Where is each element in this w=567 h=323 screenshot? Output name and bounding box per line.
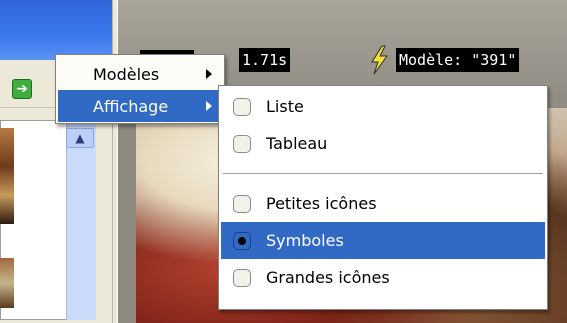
thumbnail-image[interactable] xyxy=(0,258,14,308)
context-menu: Modèles Affichage xyxy=(55,54,225,124)
go-button[interactable]: ➔ xyxy=(12,79,32,99)
submenu-item-grandes-icones[interactable]: Grandes icônes xyxy=(221,259,545,296)
submenu-arrow-icon xyxy=(206,69,212,79)
menu-item-label: Affichage xyxy=(93,96,169,116)
radio-checked-icon xyxy=(233,231,251,250)
radio-icon xyxy=(233,268,251,287)
menu-separator xyxy=(223,173,543,174)
submenu-arrow-icon xyxy=(206,101,212,111)
menu-item-label: Modèles xyxy=(93,64,160,84)
thumbnail-image[interactable] xyxy=(0,128,14,224)
display-submenu: Liste Tableau Petites icônes Symboles Gr… xyxy=(218,85,548,310)
menu-item-modeles[interactable]: Modèles xyxy=(58,58,222,90)
submenu-item-liste[interactable]: Liste xyxy=(221,88,545,125)
radio-icon xyxy=(233,194,251,213)
window-title-band xyxy=(0,0,112,60)
time-readout: 1.71s xyxy=(239,48,291,72)
submenu-item-label: Petites icônes xyxy=(266,194,377,213)
lightning-icon xyxy=(371,45,388,75)
submenu-item-symboles[interactable]: Symboles xyxy=(221,222,545,259)
menu-item-affichage[interactable]: Affichage xyxy=(58,90,222,122)
photo-margin xyxy=(118,108,136,323)
model-readout: Modèle: "391" xyxy=(396,48,520,72)
submenu-item-petites-icones[interactable]: Petites icônes xyxy=(221,185,545,222)
scroll-up-button[interactable]: ▲ xyxy=(66,128,94,148)
submenu-item-label: Symboles xyxy=(266,231,344,250)
vertical-scrollbar[interactable] xyxy=(66,120,96,320)
submenu-item-label: Tableau xyxy=(266,134,328,153)
submenu-item-label: Liste xyxy=(266,97,304,116)
submenu-item-label: Grandes icônes xyxy=(266,268,390,287)
submenu-item-tableau[interactable]: Tableau xyxy=(221,125,545,162)
radio-icon xyxy=(233,97,251,116)
arrow-right-icon: ➔ xyxy=(16,81,28,97)
radio-icon xyxy=(233,134,251,153)
chevron-up-icon: ▲ xyxy=(75,131,85,145)
